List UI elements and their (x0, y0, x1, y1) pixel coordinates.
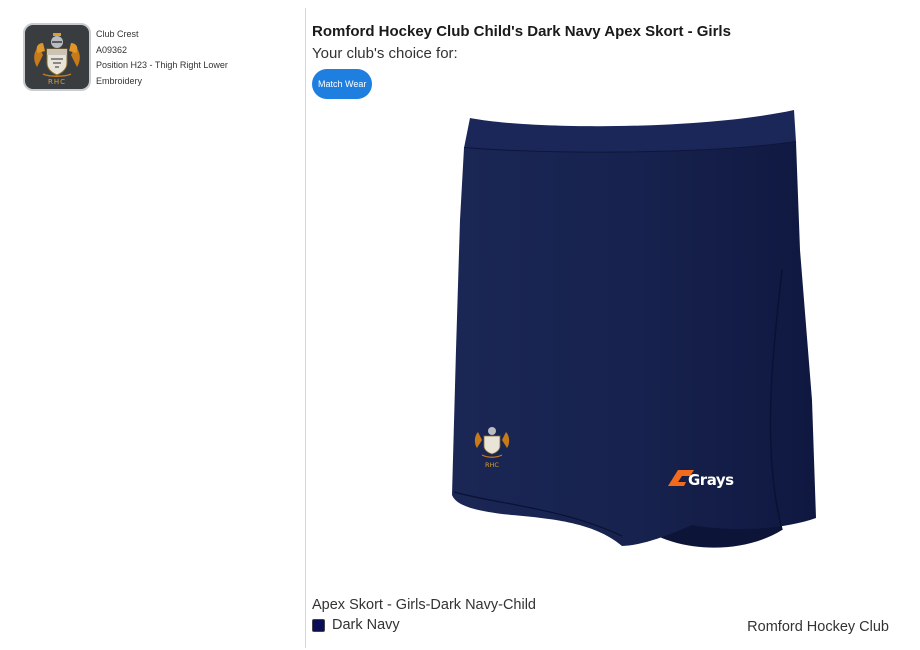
skort-image: RHC Grays (452, 110, 816, 548)
customisation-details: Club Crest A09362 Position H23 - Thigh R… (96, 27, 296, 89)
colour-option[interactable]: Dark Navy (312, 616, 400, 634)
brand-logo-text: Grays (688, 471, 734, 489)
colour-swatch[interactable] (312, 618, 325, 632)
crest-icon: RHC (34, 33, 80, 86)
club-choice-label: Your club's choice for: (312, 45, 458, 62)
customisation-position: Position H23 - Thigh Right Lower (96, 60, 228, 70)
embroidered-initials: RHC (485, 461, 499, 469)
product-panel: Romford Hockey Club Child's Dark Navy Ap… (312, 0, 912, 650)
crest-initials: RHC (48, 78, 66, 86)
customisation-method: Embroidery (96, 75, 143, 86)
customisation-panel: RHC Club Crest A09362 Position H23 - Thi… (0, 0, 305, 650)
customisation-name: Club Crest (96, 29, 139, 39)
panel-divider (305, 8, 306, 648)
product-title: Romford Hockey Club Child's Dark Navy Ap… (312, 23, 731, 40)
product-image: RHC Grays (442, 100, 842, 570)
variant-name: Apex Skort - Girls-Dark Navy-Child (312, 597, 536, 613)
club-name: Romford Hockey Club (747, 619, 889, 635)
club-crest-thumbnail[interactable]: RHC (23, 23, 91, 91)
colour-name: Dark Navy (332, 617, 400, 633)
match-wear-tag[interactable]: Match Wear (312, 69, 373, 99)
customisation-code: A09362 (96, 44, 128, 55)
